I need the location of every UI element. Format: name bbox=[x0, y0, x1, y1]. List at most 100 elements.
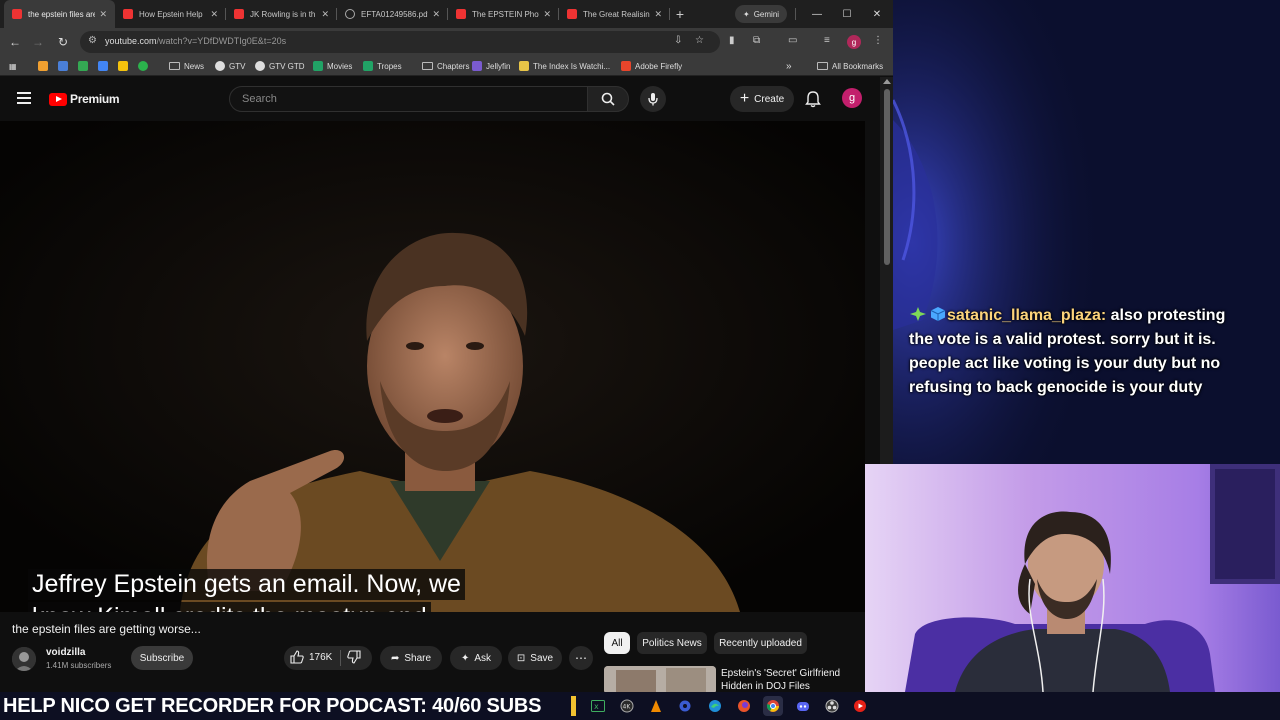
browser-tab[interactable]: The Great Realisin ✕ bbox=[559, 0, 670, 28]
calendar-favicon-icon[interactable] bbox=[58, 61, 68, 71]
firefox-taskbar-icon[interactable] bbox=[734, 696, 754, 716]
url-path: /watch?v=YDfDWDTIg0E&t=20s bbox=[156, 36, 287, 46]
scroll-up-arrow-icon[interactable] bbox=[883, 79, 891, 84]
bookmark-item[interactable]: Tropes bbox=[363, 59, 402, 73]
bookmark-label: The Index Is Watchi... bbox=[533, 61, 611, 71]
chip-politics-news[interactable]: Politics News bbox=[637, 632, 707, 654]
chip-all[interactable]: All bbox=[604, 632, 630, 654]
sidepanel-icon[interactable]: ▭ bbox=[788, 35, 797, 46]
folder-icon bbox=[169, 62, 180, 70]
thumbs-down-icon bbox=[347, 650, 361, 664]
vlc-taskbar-icon[interactable] bbox=[646, 696, 666, 716]
channel-name[interactable]: voidzilla bbox=[46, 647, 85, 658]
bookmark-label: Movies bbox=[327, 61, 353, 71]
ask-button[interactable]: ✦ Ask bbox=[450, 646, 502, 670]
tab-title: EFTA01249586.pdf bbox=[361, 9, 429, 19]
channel-avatar[interactable] bbox=[12, 647, 36, 671]
forward-button[interactable]: → bbox=[30, 34, 46, 50]
address-bar[interactable]: ⚙ youtube.com/watch?v=YDfDWDTIg0E&t=20s … bbox=[80, 31, 720, 53]
folder-icon bbox=[817, 62, 828, 70]
recommended-video-title[interactable]: Epstein's 'Secret' Girlfriend Hidden in … bbox=[721, 667, 861, 692]
close-tab-icon[interactable]: ✕ bbox=[654, 9, 662, 20]
search-button[interactable] bbox=[587, 86, 629, 112]
gemini-sparkle-icon: ✦ bbox=[743, 9, 750, 19]
voice-search-button[interactable] bbox=[640, 86, 666, 112]
sheet-favicon-icon bbox=[313, 61, 323, 71]
phone-favicon-icon[interactable] bbox=[138, 61, 148, 71]
scrollbar-thumb[interactable] bbox=[884, 89, 890, 265]
browser-tab[interactable]: How Epstein Help ✕ bbox=[115, 0, 226, 28]
reading-list-icon[interactable]: ≡ bbox=[824, 35, 830, 46]
jelly-favicon-icon bbox=[472, 61, 482, 71]
maximize-button[interactable]: ☐ bbox=[832, 0, 862, 28]
minimize-button[interactable]: — bbox=[802, 0, 832, 28]
bookmark-item[interactable]: Chapters bbox=[422, 59, 469, 73]
more-bookmarks-icon[interactable]: » bbox=[786, 59, 792, 73]
browser-tab[interactable]: EFTA01249586.pdf ✕ bbox=[337, 0, 448, 28]
discord-taskbar-icon[interactable] bbox=[793, 696, 813, 716]
bookmark-item[interactable]: The Index Is Watchi... bbox=[519, 59, 610, 73]
chrome-taskbar-icon[interactable] bbox=[763, 696, 783, 716]
browser-menu-icon[interactable]: ⋮ bbox=[873, 35, 883, 46]
keep-favicon-icon[interactable] bbox=[118, 61, 128, 71]
share-button[interactable]: ➦ Share bbox=[380, 646, 442, 670]
stream-screen: satanic_llama_plaza: also protesting the… bbox=[0, 0, 1280, 720]
bookmark-star-icon[interactable]: ☆ bbox=[695, 35, 704, 46]
bookmark-label: GTV bbox=[229, 61, 246, 71]
close-tab-icon[interactable]: ✕ bbox=[99, 9, 107, 20]
search-input[interactable] bbox=[230, 87, 587, 111]
guide-menu-icon[interactable] bbox=[17, 92, 31, 104]
trash-extension-icon[interactable]: ▮ bbox=[729, 35, 735, 46]
close-window-button[interactable]: ✕ bbox=[862, 0, 892, 28]
install-app-icon[interactable]: ⇩ bbox=[674, 35, 682, 46]
extensions-puzzle-icon[interactable]: ⧉ bbox=[753, 35, 760, 46]
save-button[interactable]: ⊡ Save bbox=[508, 646, 562, 670]
settings-taskbar-icon[interactable] bbox=[675, 696, 695, 716]
youtube-logo[interactable]: Premium bbox=[49, 92, 120, 106]
account-avatar[interactable]: g bbox=[842, 88, 862, 108]
bookmark-item[interactable]: News bbox=[169, 59, 204, 73]
bookmark-item[interactable]: Jellyfin bbox=[472, 59, 510, 73]
cloud-favicon-icon[interactable] bbox=[38, 61, 48, 71]
bookmark-favicon-row bbox=[38, 59, 148, 73]
dislike-button[interactable] bbox=[347, 650, 361, 669]
like-button[interactable]: 176K bbox=[290, 650, 332, 664]
back-button[interactable]: ← bbox=[7, 34, 23, 50]
bookmark-item[interactable]: GTV bbox=[215, 59, 245, 73]
notifications-bell-icon[interactable] bbox=[805, 90, 821, 108]
reload-button[interactable]: ↻ bbox=[55, 34, 71, 50]
video-4k-taskbar-icon[interactable]: 4K bbox=[617, 696, 637, 716]
close-tab-icon[interactable]: ✕ bbox=[321, 9, 329, 20]
recommended-thumbnail[interactable] bbox=[604, 666, 716, 692]
youtube-music-taskbar-icon[interactable] bbox=[850, 696, 870, 716]
bookmarks-bar: ▦ News GTV GTV GTD Movies Tropes Chapters Jell… bbox=[0, 56, 893, 76]
docs-favicon-icon[interactable] bbox=[98, 61, 108, 71]
bookmark-label: GTV GTD bbox=[269, 61, 305, 71]
site-info-icon[interactable]: ⚙ bbox=[88, 35, 97, 46]
close-tab-icon[interactable]: ✕ bbox=[210, 9, 218, 20]
apps-grid-icon[interactable]: ▦ bbox=[9, 59, 17, 73]
excel-taskbar-icon[interactable]: x bbox=[588, 696, 608, 716]
bookmark-item[interactable]: Movies bbox=[313, 59, 352, 73]
youtube-logo-text: Premium bbox=[70, 92, 120, 106]
all-bookmarks[interactable]: All Bookmarks bbox=[817, 59, 883, 73]
obs-taskbar-icon[interactable] bbox=[822, 696, 842, 716]
drive-favicon-icon[interactable] bbox=[78, 61, 88, 71]
browser-tab[interactable]: The EPSTEIN Phot ✕ bbox=[448, 0, 559, 28]
browser-tab[interactable]: the epstein files are ✕ bbox=[4, 0, 115, 28]
browser-tab[interactable]: JK Rowling is in th ✕ bbox=[226, 0, 337, 28]
video-player[interactable]: Jeffrey Epstein gets an email. Now, we k… bbox=[0, 121, 865, 612]
chip-recently-uploaded[interactable]: Recently uploaded bbox=[714, 632, 807, 654]
edge-taskbar-icon[interactable] bbox=[705, 696, 725, 716]
svg-text:x: x bbox=[594, 702, 599, 711]
bookmark-item[interactable]: GTV GTD bbox=[255, 59, 305, 73]
profile-avatar[interactable]: g bbox=[847, 35, 861, 49]
close-tab-icon[interactable]: ✕ bbox=[432, 9, 440, 20]
subscribe-button[interactable]: Subscribe bbox=[131, 646, 193, 670]
gemini-button[interactable]: ✦ Gemini bbox=[735, 5, 788, 23]
close-tab-icon[interactable]: ✕ bbox=[543, 9, 551, 20]
more-actions-button[interactable]: ⋯ bbox=[569, 646, 593, 670]
bookmark-item[interactable]: Adobe Firefly bbox=[621, 59, 682, 73]
create-button[interactable]: + Create bbox=[730, 86, 794, 112]
new-tab-button[interactable]: + bbox=[670, 6, 690, 22]
